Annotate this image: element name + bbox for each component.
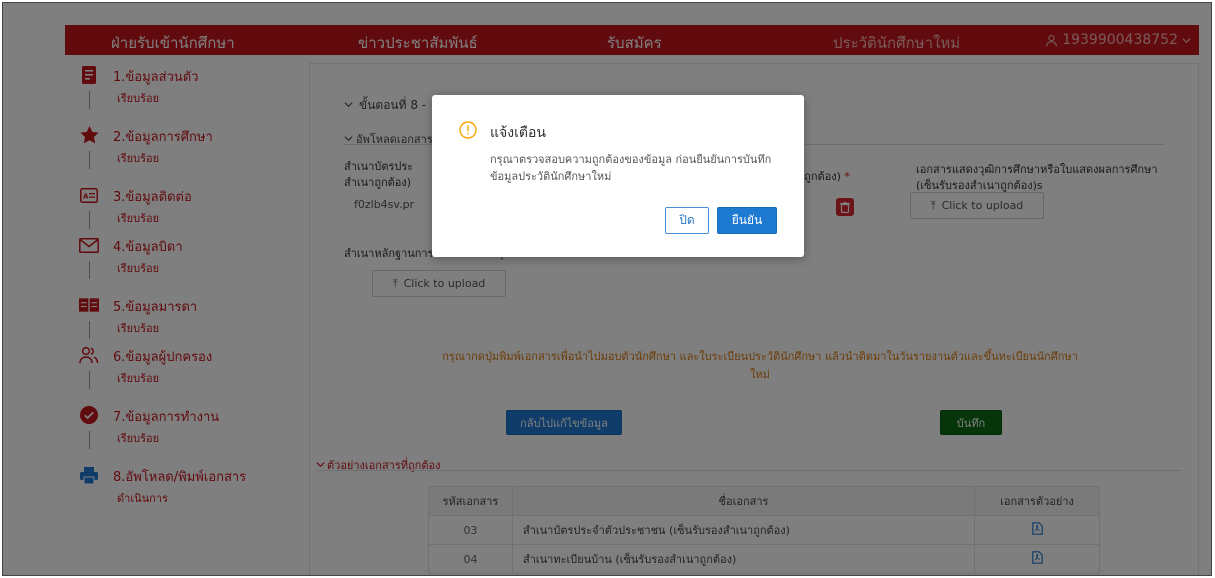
confirm-dialog: แจ้งเตือน กรุณาตรวจสอบความถูกต้องของข้อม… [432,95,804,257]
warning-icon [459,121,477,139]
browser-viewport: ฝ่ายรับเข้านักศึกษา ข่าวประชาสัมพันธ์ รั… [2,2,1212,576]
dialog-close-button[interactable]: ปิด [665,207,709,234]
dialog-confirm-button[interactable]: ยืนยัน [717,207,777,234]
modal-backdrop[interactable] [3,3,1211,575]
dialog-message: กรุณาตรวจสอบความถูกต้องของข้อมูล ก่อนยืน… [490,153,772,183]
dialog-title: แจ้งเตือน [490,125,546,141]
